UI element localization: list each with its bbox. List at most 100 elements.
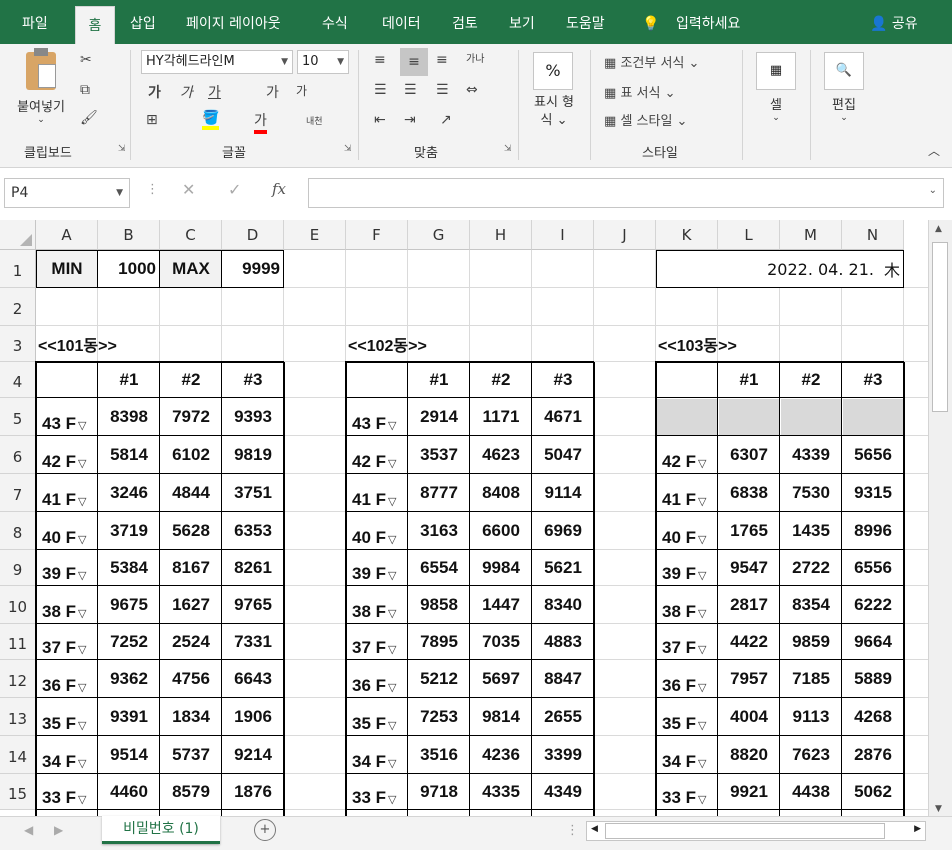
dropdown-icon[interactable]: ▽ — [388, 458, 396, 470]
max-label-cell[interactable]: MAX — [160, 250, 222, 288]
dropdown-icon[interactable]: ▽ — [388, 420, 396, 432]
cell-styles-button[interactable]: ▦ 셀 스타일 ⌄ — [604, 110, 687, 129]
merge-icon[interactable]: ⇔ — [466, 82, 478, 98]
tab-home[interactable]: 홈 — [75, 6, 115, 44]
password-cell[interactable]: 9214 — [222, 736, 284, 774]
password-cell[interactable]: 7530 — [780, 474, 842, 512]
wrap-text-button[interactable]: 가나 — [466, 50, 484, 65]
floor-label[interactable]: 33 F ▽ — [352, 788, 397, 808]
column-label[interactable]: #3 — [222, 362, 284, 398]
dropdown-icon[interactable]: ▽ — [698, 496, 706, 508]
dropdown-icon[interactable]: ▽ — [78, 496, 86, 508]
scroll-down-icon[interactable]: ▼ — [935, 804, 942, 814]
password-cell[interactable]: 7253 — [408, 698, 470, 736]
dropdown-icon[interactable]: ▽ — [78, 534, 86, 546]
dropdown-icon[interactable]: ▽ — [698, 720, 706, 732]
password-cell[interactable]: 9114 — [532, 474, 594, 512]
dropdown-icon[interactable]: ▽ — [698, 458, 706, 470]
password-cell[interactable]: 1834 — [160, 698, 222, 736]
clipboard-launcher-icon[interactable]: ⇲ — [118, 144, 126, 154]
password-cell[interactable]: 1627 — [160, 586, 222, 624]
row-header[interactable]: 5 — [0, 398, 36, 436]
worksheet-grid[interactable]: A B C D E F G H I J K L M N 1 2 3 4 5 6 7 8 9 10 11 12 13 14 15 MIN 10… — [0, 220, 928, 816]
floor-label[interactable]: 36 F ▽ — [352, 676, 397, 696]
column-header[interactable]: G — [408, 220, 470, 250]
password-cell[interactable]: 5062 — [842, 774, 904, 810]
row-header[interactable]: 3 — [0, 326, 36, 362]
dropdown-icon[interactable]: ▽ — [388, 720, 396, 732]
row-header[interactable]: 14 — [0, 736, 36, 774]
row-header[interactable]: 4 — [0, 362, 36, 398]
min-label-cell[interactable]: MIN — [36, 250, 98, 288]
password-cell[interactable]: 1435 — [780, 512, 842, 550]
password-cell[interactable]: 9315 — [842, 474, 904, 512]
password-cell[interactable]: 6307 — [718, 436, 780, 474]
password-cell[interactable]: 6353 — [222, 512, 284, 550]
password-cell[interactable]: 6969 — [532, 512, 594, 550]
floor-label[interactable]: 39 F ▽ — [352, 564, 397, 584]
password-cell[interactable]: 7331 — [222, 624, 284, 660]
password-cell[interactable]: 4756 — [160, 660, 222, 698]
min-value-cell[interactable]: 1000 — [98, 250, 158, 288]
password-cell[interactable]: 2914 — [408, 398, 470, 436]
tab-view[interactable]: 보기 — [499, 0, 545, 44]
floor-label[interactable]: 43 F ▽ — [42, 414, 87, 434]
cut-icon[interactable]: ✂ — [80, 52, 92, 68]
password-cell[interactable]: 3516 — [408, 736, 470, 774]
password-cell[interactable]: 5656 — [842, 436, 904, 474]
insert-function-button[interactable]: fx — [272, 180, 286, 198]
row-header[interactable]: 15 — [0, 774, 36, 810]
floor-label[interactable]: 40 F ▽ — [352, 528, 397, 548]
password-cell[interactable]: 4236 — [470, 736, 532, 774]
dropdown-icon[interactable]: ▽ — [78, 644, 86, 656]
column-header[interactable]: B — [98, 220, 160, 250]
row-header[interactable]: 8 — [0, 512, 36, 550]
font-name-select[interactable]: HY각헤드라인M ▼ — [141, 50, 293, 74]
password-cell[interactable]: 7957 — [718, 660, 780, 698]
row-header[interactable]: 2 — [0, 288, 36, 326]
password-cell[interactable]: 1906 — [222, 698, 284, 736]
phonetic-button[interactable]: 내천 — [306, 114, 323, 127]
dropdown-icon[interactable]: ▽ — [78, 794, 86, 806]
password-cell[interactable]: 9393 — [222, 398, 284, 436]
floor-label[interactable]: 38 F ▽ — [42, 602, 87, 622]
dropdown-icon[interactable]: ▽ — [78, 608, 86, 620]
font-launcher-icon[interactable]: ⇲ — [344, 144, 352, 154]
decrease-indent-icon[interactable]: ⇤ — [374, 112, 386, 128]
password-cell[interactable]: 4339 — [780, 436, 842, 474]
password-cell[interactable]: 3719 — [98, 512, 160, 550]
empty-floor-cell[interactable] — [781, 399, 842, 435]
password-cell[interactable]: 6222 — [842, 586, 904, 624]
dropdown-icon[interactable]: ▽ — [388, 570, 396, 582]
password-cell[interactable]: 9921 — [718, 774, 780, 810]
floor-label[interactable]: 41 F ▽ — [42, 490, 87, 510]
tab-review[interactable]: 검토 — [442, 0, 488, 44]
password-cell[interactable]: 9547 — [718, 550, 780, 586]
password-cell[interactable]: 5621 — [532, 550, 594, 586]
vertical-scrollbar[interactable]: ▲ ▼ — [928, 220, 952, 816]
cells-button[interactable]: 셀 ⌄ — [756, 94, 796, 123]
dropdown-icon[interactable]: ▽ — [388, 682, 396, 694]
password-cell[interactable]: 9765 — [222, 586, 284, 624]
password-cell[interactable]: 7035 — [470, 624, 532, 660]
password-cell[interactable]: 4335 — [470, 774, 532, 810]
scroll-up-icon[interactable]: ▲ — [935, 224, 942, 234]
floor-label[interactable]: 33 F ▽ — [42, 788, 87, 808]
dropdown-icon[interactable]: ▽ — [698, 608, 706, 620]
column-label[interactable]: #2 — [470, 362, 532, 398]
password-cell[interactable]: 3537 — [408, 436, 470, 474]
password-cell[interactable]: 4349 — [532, 774, 594, 810]
column-header[interactable]: A — [36, 220, 98, 250]
password-cell[interactable]: 5889 — [842, 660, 904, 698]
shrink-font-button[interactable]: 가 — [296, 82, 307, 99]
row-header[interactable]: 13 — [0, 698, 36, 736]
align-middle-icon[interactable]: ≡ — [400, 48, 428, 76]
dropdown-icon[interactable]: ▽ — [388, 644, 396, 656]
italic-button[interactable]: 가 — [180, 82, 193, 102]
floor-label[interactable]: 36 F ▽ — [42, 676, 87, 696]
column-header[interactable]: F — [346, 220, 408, 250]
password-cell[interactable]: 6102 — [160, 436, 222, 474]
floor-label[interactable]: 35 F ▽ — [662, 714, 707, 734]
align-center-icon[interactable]: ☰ — [404, 82, 417, 98]
number-format-button[interactable]: 표시 형식 ⌄ — [524, 94, 584, 130]
